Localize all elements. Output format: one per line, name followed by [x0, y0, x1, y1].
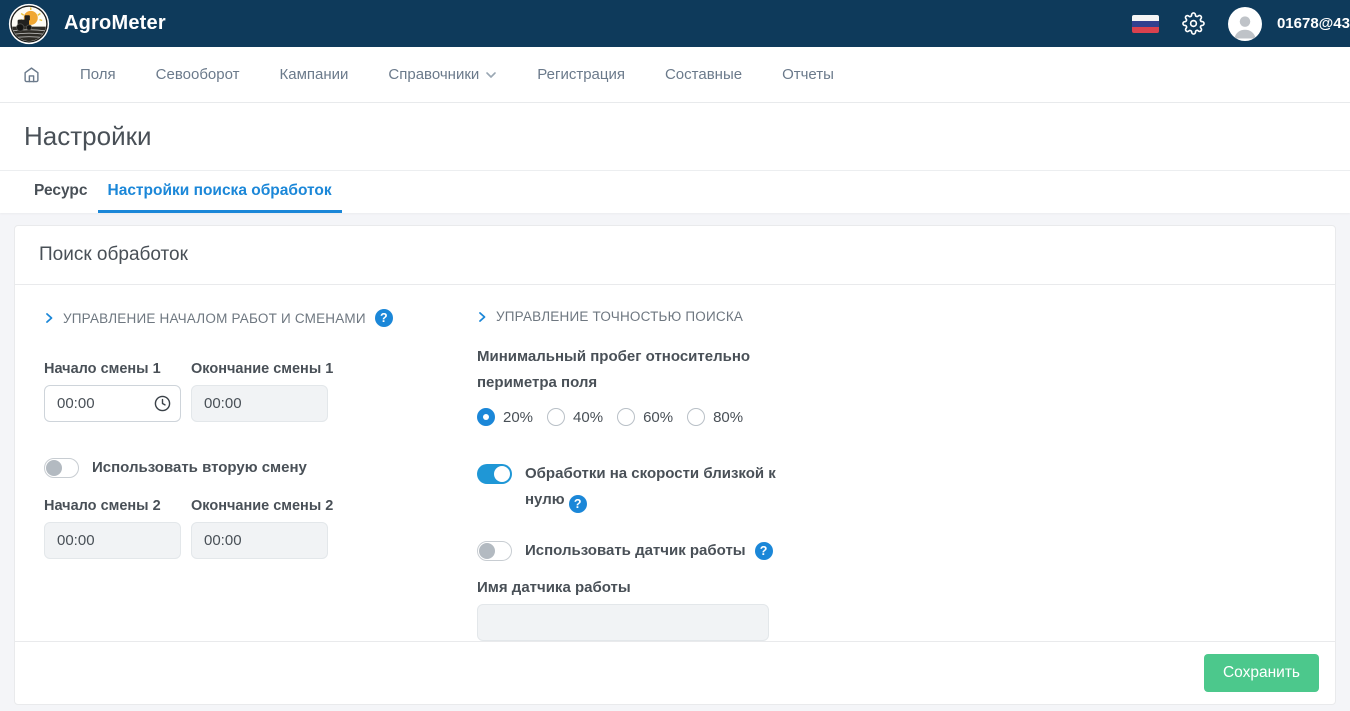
shift2-end-input: [191, 522, 328, 559]
section-shifts-header[interactable]: УПРАВЛЕНИЕ НАЧАЛОМ РАБОТ И СМЕНАМИ: [44, 309, 477, 327]
nav-item-crop-rotation[interactable]: Севооборот: [156, 66, 240, 83]
card-header: Поиск обработок: [15, 226, 1335, 285]
main-nav: Поля Севооборот Кампании Справочники Рег…: [0, 47, 1350, 103]
chevron-right-icon: [44, 312, 54, 324]
search-settings-card: Поиск обработок УПРАВЛЕНИЕ НАЧАЛОМ РАБОТ…: [14, 225, 1336, 705]
save-button[interactable]: Сохранить: [1204, 654, 1319, 692]
zero-speed-toggle-label: Обработки на скорости близкой к нулю: [525, 461, 790, 513]
username[interactable]: 01678@43: [1277, 15, 1350, 32]
help-icon[interactable]: [755, 542, 773, 560]
radio-circle-icon: [687, 408, 705, 426]
sensor-name-label: Имя датчика работы: [477, 579, 1319, 596]
radio-circle-icon: [477, 408, 495, 426]
app-title: AgroMeter: [64, 12, 166, 35]
card-title: Поиск обработок: [39, 244, 188, 265]
nav-item-directories[interactable]: Справочники: [388, 66, 497, 83]
shift1-start-label: Начало смены 1: [44, 361, 181, 377]
min-run-label: Минимальный пробег относительно периметр…: [477, 344, 762, 396]
sensor-name-input: [477, 604, 769, 641]
shift1-end-label: Окончание смены 1: [191, 361, 328, 377]
shift1-end-input: [191, 385, 328, 422]
work-sensor-toggle[interactable]: [477, 541, 512, 561]
radio-circle-icon: [547, 408, 565, 426]
section-accuracy-header[interactable]: УПРАВЛЕНИЕ ТОЧНОСТЬЮ ПОИСКА: [477, 309, 1319, 324]
settings-gear-icon[interactable]: [1182, 12, 1205, 35]
nav-item-reports[interactable]: Отчеты: [782, 66, 834, 83]
work-sensor-toggle-label: Использовать датчик работы: [525, 541, 746, 561]
radio-circle-icon: [617, 408, 635, 426]
app-logo-icon: [8, 3, 50, 45]
chevron-down-icon: [485, 69, 497, 81]
nav-item-campaigns[interactable]: Кампании: [280, 66, 349, 83]
min-run-radio-group: 20% 40% 60% 80%: [477, 408, 1319, 426]
tab-resource[interactable]: Ресурс: [24, 171, 98, 213]
page-title-bar: Настройки: [0, 103, 1350, 171]
nav-item-fields[interactable]: Поля: [80, 66, 116, 83]
home-icon[interactable]: [23, 66, 40, 83]
shift2-start-input: [44, 522, 181, 559]
second-shift-toggle[interactable]: [44, 458, 79, 478]
card-footer: Сохранить: [15, 641, 1335, 704]
help-icon[interactable]: [375, 309, 393, 327]
tab-search-settings[interactable]: Настройки поиска обработок: [98, 171, 342, 213]
page-title: Настройки: [24, 121, 1326, 152]
user-avatar[interactable]: [1228, 7, 1262, 41]
nav-item-registration[interactable]: Регистрация: [537, 66, 625, 83]
section-accuracy-title: УПРАВЛЕНИЕ ТОЧНОСТЬЮ ПОИСКА: [496, 309, 743, 324]
app-header: AgroMeter 01678@43: [0, 0, 1350, 47]
radio-60[interactable]: 60%: [617, 408, 673, 426]
help-icon[interactable]: [569, 495, 587, 513]
nav-item-directories-label: Справочники: [388, 66, 479, 83]
clock-icon[interactable]: [154, 395, 171, 412]
second-shift-toggle-label: Использовать вторую смену: [92, 458, 307, 478]
shift2-start-label: Начало смены 2: [44, 498, 181, 514]
radio-80[interactable]: 80%: [687, 408, 743, 426]
shift2-end-label: Окончание смены 2: [191, 498, 328, 514]
main-content: Поиск обработок УПРАВЛЕНИЕ НАЧАЛОМ РАБОТ…: [0, 213, 1350, 705]
radio-20[interactable]: 20%: [477, 408, 533, 426]
chevron-right-icon: [477, 311, 487, 323]
radio-40[interactable]: 40%: [547, 408, 603, 426]
tab-bar: Ресурс Настройки поиска обработок: [0, 171, 1350, 213]
section-shifts-title: УПРАВЛЕНИЕ НАЧАЛОМ РАБОТ И СМЕНАМИ: [63, 311, 366, 326]
russia-flag-icon[interactable]: [1132, 15, 1159, 33]
nav-item-composites[interactable]: Составные: [665, 66, 742, 83]
zero-speed-toggle[interactable]: [477, 464, 512, 484]
